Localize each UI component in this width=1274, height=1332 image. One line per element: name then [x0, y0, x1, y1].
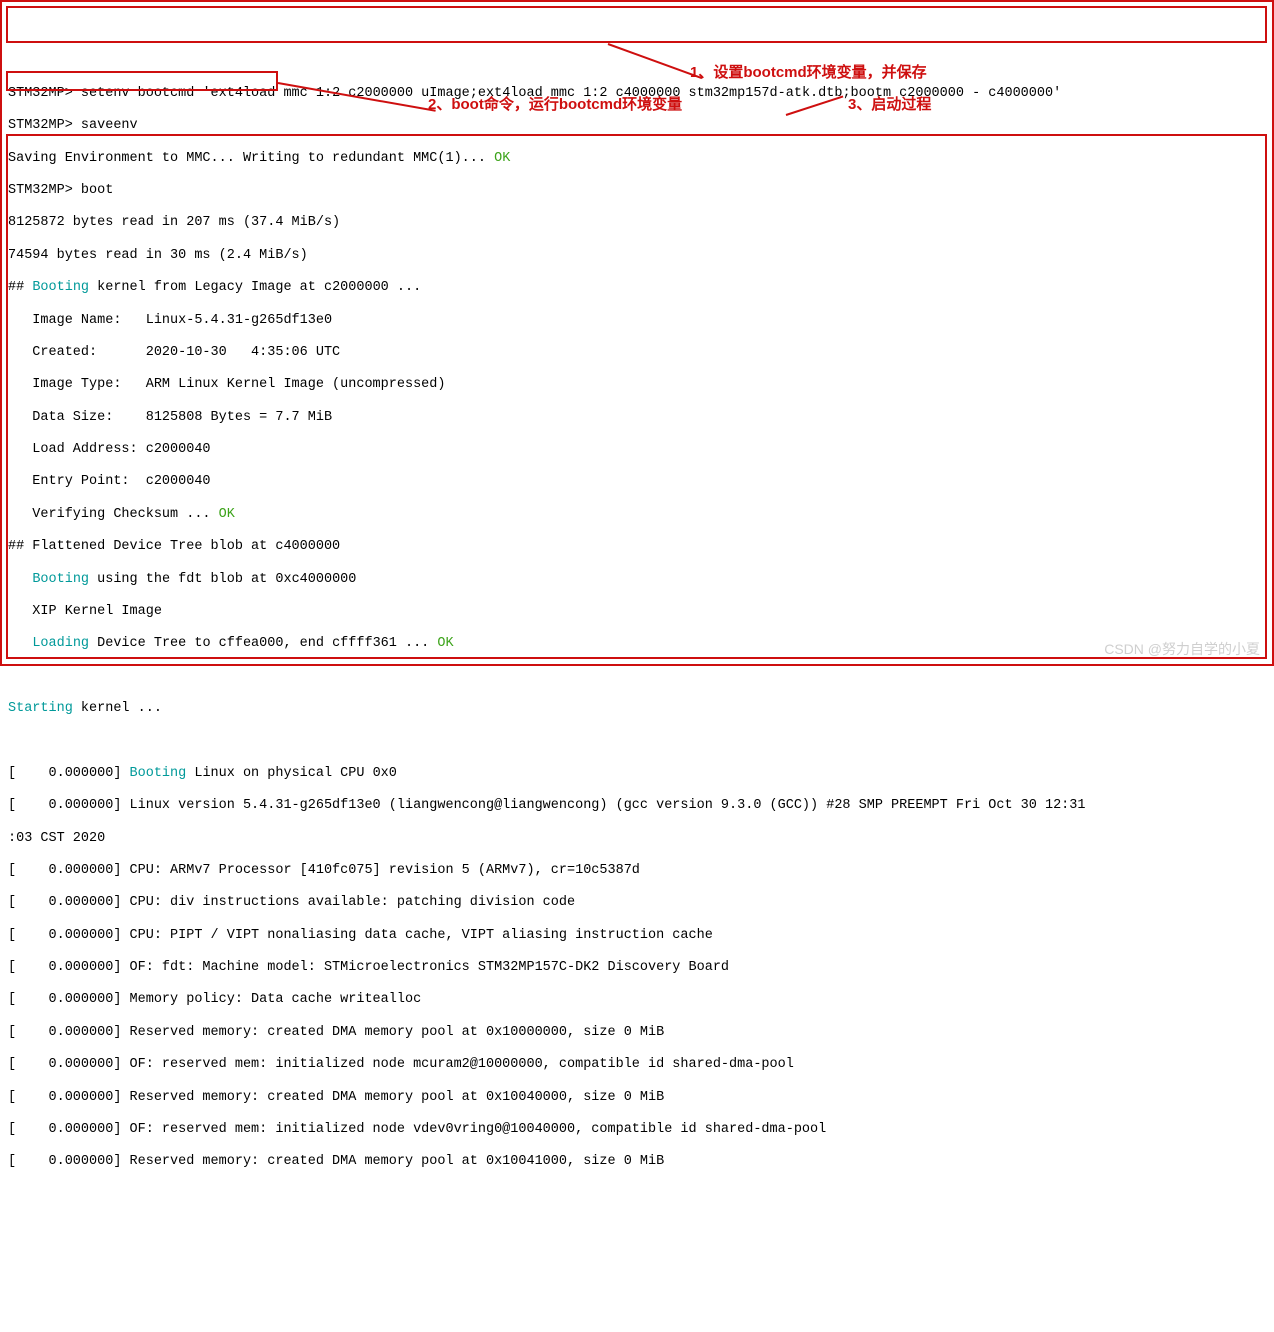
terminal-line: [8, 733, 1266, 749]
terminal-line: [ 0.000000] Reserved memory: created DMA…: [8, 1090, 1266, 1106]
terminal-line: [ 0.000000] OF: reserved mem: initialize…: [8, 1057, 1266, 1073]
terminal-line: STM32MP> boot: [8, 183, 1266, 199]
terminal-line: [8, 669, 1266, 685]
terminal-line: Entry Point: c2000040: [8, 474, 1266, 490]
terminal-line: [ 0.000000] Reserved memory: created DMA…: [8, 1154, 1266, 1170]
terminal-line: Image Type: ARM Linux Kernel Image (unco…: [8, 377, 1266, 393]
annotation-label-3: 3、启动过程: [848, 96, 931, 114]
terminal-line: [ 0.000000] CPU: div instructions availa…: [8, 895, 1266, 911]
terminal-line: 8125872 bytes read in 207 ms (37.4 MiB/s…: [8, 215, 1266, 231]
terminal-line: [ 0.000000] Booting Linux on physical CP…: [8, 766, 1266, 782]
terminal-line: Loading Device Tree to cffea000, end cff…: [8, 636, 1266, 652]
annotation-box-commands: [6, 6, 1267, 43]
terminal-line: Data Size: 8125808 Bytes = 7.7 MiB: [8, 410, 1266, 426]
terminal-line: Starting kernel ...: [8, 701, 1266, 717]
terminal-line: [ 0.000000] OF: fdt: Machine model: STMi…: [8, 960, 1266, 976]
terminal-line: ## Booting kernel from Legacy Image at c…: [8, 280, 1266, 296]
terminal-line: [ 0.000000] Reserved memory: created DMA…: [8, 1025, 1266, 1041]
terminal-line: STM32MP> saveenv: [8, 118, 1266, 134]
terminal-line: XIP Kernel Image: [8, 604, 1266, 620]
annotation-label-1: 1、设置bootcmd环境变量，并保存: [690, 64, 927, 82]
terminal-line: [ 0.000000] CPU: PIPT / VIPT nonaliasing…: [8, 928, 1266, 944]
terminal-line: [ 0.000000] CPU: ARMv7 Processor [410fc0…: [8, 863, 1266, 879]
annotation-connector-1: [608, 43, 703, 79]
terminal-line: Load Address: c2000040: [8, 442, 1266, 458]
terminal-line: [ 0.000000] Linux version 5.4.31-g265df1…: [8, 798, 1266, 814]
watermark: CSDN @努力自学的小夏: [1104, 641, 1260, 658]
annotation-label-2: 2、boot命令，运行bootcmd环境变量: [428, 96, 682, 114]
terminal-line: Saving Environment to MMC... Writing to …: [8, 151, 1266, 167]
terminal-line: [ 0.000000] OF: reserved mem: initialize…: [8, 1122, 1266, 1138]
terminal-line: Booting using the fdt blob at 0xc4000000: [8, 572, 1266, 588]
terminal-line: Created: 2020-10-30 4:35:06 UTC: [8, 345, 1266, 361]
terminal-line: 74594 bytes read in 30 ms (2.4 MiB/s): [8, 248, 1266, 264]
terminal-line: :03 CST 2020: [8, 831, 1266, 847]
terminal-line: [ 0.000000] Memory policy: Data cache wr…: [8, 992, 1266, 1008]
terminal-line: Verifying Checksum ... OK: [8, 507, 1266, 523]
terminal-line: ## Flattened Device Tree blob at c400000…: [8, 539, 1266, 555]
terminal-line: Image Name: Linux-5.4.31-g265df13e0: [8, 313, 1266, 329]
